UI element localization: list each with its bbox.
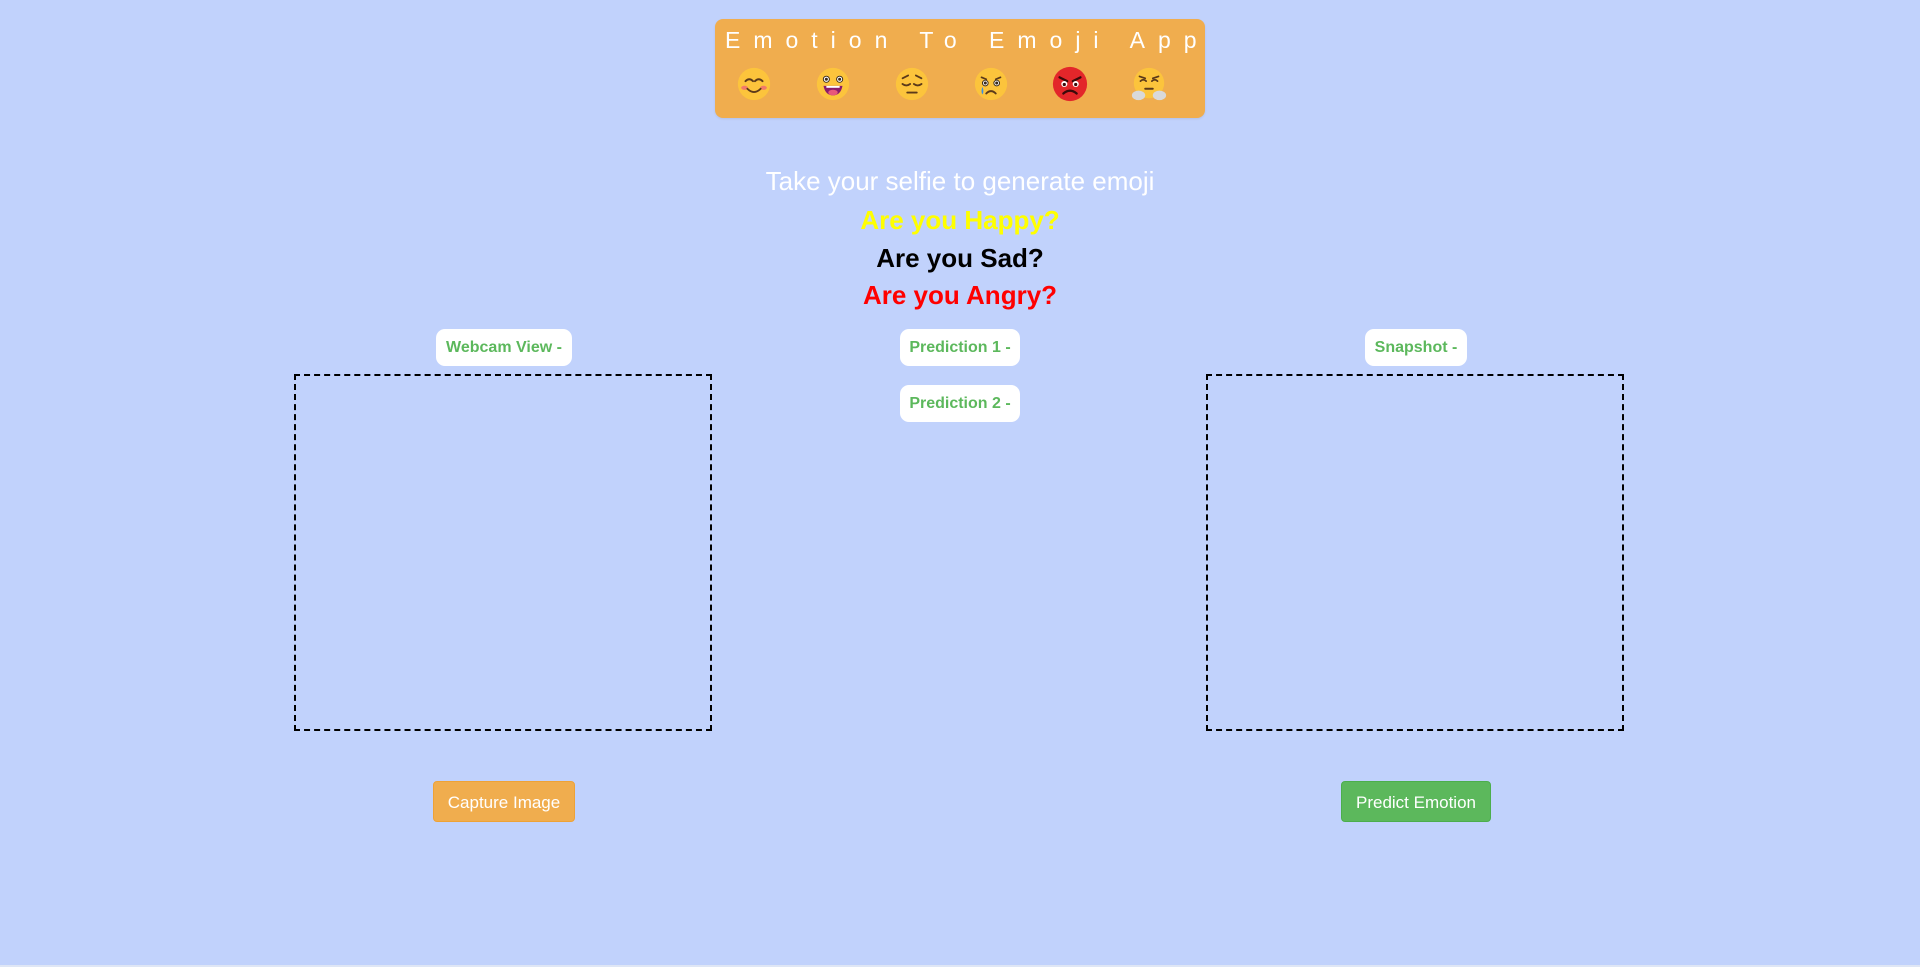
prediction-1-label: Prediction 1 - bbox=[900, 329, 1020, 366]
predict-emotion-button[interactable]: Predict Emotion bbox=[1341, 781, 1491, 822]
capture-image-button[interactable]: Capture Image bbox=[433, 781, 575, 822]
selfie-instruction: Take your selfie to generate emoji bbox=[765, 166, 1155, 196]
angry-face-icon bbox=[1051, 65, 1089, 103]
app-header: Emotion To Emoji App bbox=[715, 19, 1205, 118]
angry-question: Are you Angry? bbox=[862, 280, 1058, 310]
webcam-view-frame bbox=[294, 374, 712, 731]
app-title: Emotion To Emoji App bbox=[725, 27, 1210, 53]
prediction-2-label: Prediction 2 - bbox=[900, 385, 1020, 422]
snapshot-frame bbox=[1206, 374, 1624, 731]
happy-question: Are you Happy? bbox=[860, 205, 1060, 235]
smiling-face-icon bbox=[735, 65, 773, 103]
face-with-steam-icon bbox=[1130, 65, 1168, 103]
snapshot-label: Snapshot - bbox=[1365, 329, 1467, 366]
crying-face-icon bbox=[972, 65, 1010, 103]
grinning-tongue-face-icon bbox=[814, 65, 852, 103]
sad-question: Are you Sad? bbox=[876, 243, 1044, 273]
webcam-view-label: Webcam View - bbox=[436, 329, 572, 366]
app-background: Emotion To Emoji App Take your selfie to… bbox=[0, 0, 1920, 965]
pensive-face-icon bbox=[893, 65, 931, 103]
